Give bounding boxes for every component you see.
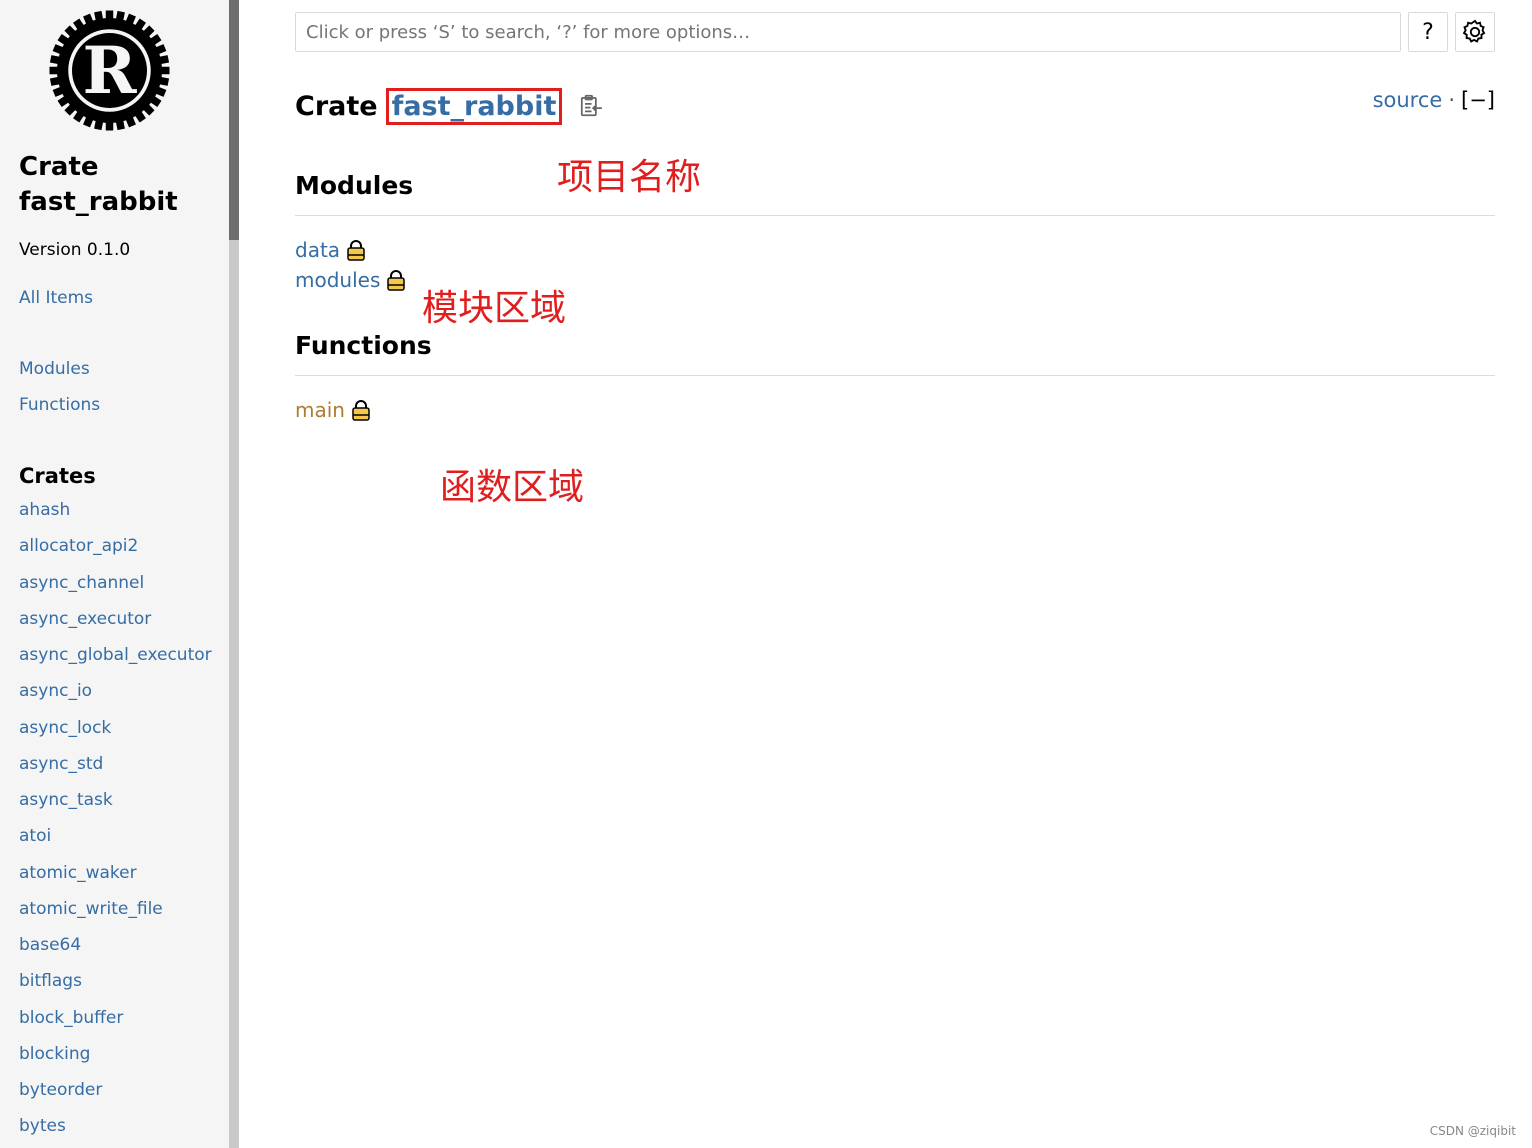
lock-icon bbox=[352, 400, 370, 421]
module-name: data bbox=[295, 238, 341, 262]
search-input[interactable] bbox=[295, 12, 1401, 52]
sidebar-crate-item[interactable]: bitflags bbox=[19, 971, 82, 991]
sidebar-item-functions[interactable]: Functions bbox=[19, 395, 100, 415]
sidebar-crate-item[interactable]: async_global_executor bbox=[19, 645, 212, 665]
lock-icon bbox=[387, 270, 406, 291]
sidebar: R Crate fast_rabbit Version 0.1.0 All It… bbox=[0, 0, 229, 1148]
function-name: main bbox=[295, 398, 345, 422]
settings-button[interactable] bbox=[1455, 12, 1495, 52]
copy-icon[interactable] bbox=[578, 93, 604, 119]
module-link-data[interactable]: data bbox=[295, 238, 366, 262]
source-area: source · [−] bbox=[1373, 88, 1495, 112]
source-separator: · bbox=[1448, 88, 1456, 112]
sidebar-all-items[interactable]: All Items bbox=[19, 288, 93, 308]
functions-divider bbox=[295, 375, 1495, 376]
sidebar-crate-item[interactable]: async_io bbox=[19, 681, 92, 701]
sidebar-crate-item[interactable]: async_executor bbox=[19, 609, 151, 629]
sidebar-crate-item[interactable]: block_buffer bbox=[19, 1008, 123, 1028]
annotation-project-name: 项目名称 bbox=[557, 157, 702, 198]
watermark: CSDN @ziqibit bbox=[1429, 1124, 1516, 1138]
sidebar-item-modules[interactable]: Modules bbox=[19, 359, 90, 379]
modules-divider bbox=[295, 215, 1495, 216]
svg-text:R: R bbox=[82, 33, 137, 109]
module-link-modules[interactable]: modules bbox=[295, 268, 406, 292]
sidebar-crate-item[interactable]: ahash bbox=[19, 500, 70, 520]
help-button[interactable]: ? bbox=[1408, 12, 1448, 52]
sidebar-version: Version 0.1.0 bbox=[19, 240, 131, 260]
sidebar-crate-item[interactable]: async_lock bbox=[19, 718, 111, 738]
sidebar-crate-item[interactable]: byteorder bbox=[19, 1080, 102, 1100]
sidebar-crates-heading: Crates bbox=[19, 464, 96, 488]
sidebar-crate-item[interactable]: atomic_write_file bbox=[19, 899, 163, 919]
sidebar-crate-item[interactable]: async_channel bbox=[19, 573, 144, 593]
page-title: Crate fast_rabbit bbox=[295, 86, 604, 126]
lock-icon bbox=[347, 240, 365, 261]
rust-logo-icon[interactable]: R bbox=[47, 8, 172, 133]
sidebar-crate-name[interactable]: fast_rabbit bbox=[19, 185, 178, 220]
module-name: modules bbox=[295, 268, 381, 292]
sidebar-crate-item[interactable]: atoi bbox=[19, 826, 51, 846]
gear-icon bbox=[1462, 19, 1486, 43]
sidebar-crate-item[interactable]: async_task bbox=[19, 790, 113, 810]
sidebar-crate-item[interactable]: blocking bbox=[19, 1044, 90, 1064]
annotation-function-area: 函数区域 bbox=[440, 467, 585, 508]
sidebar-crate-item[interactable]: atomic_waker bbox=[19, 863, 137, 883]
source-link[interactable]: source bbox=[1373, 88, 1443, 112]
sidebar-scrollbar-thumb[interactable] bbox=[229, 0, 239, 240]
page-title-crate-name[interactable]: fast_rabbit bbox=[385, 87, 563, 125]
annotation-module-area: 模块区域 bbox=[422, 288, 567, 329]
sidebar-crate-item[interactable]: allocator_api2 bbox=[19, 536, 138, 556]
sidebar-crate-item[interactable]: async_std bbox=[19, 754, 103, 774]
modules-heading[interactable]: Modules bbox=[295, 171, 413, 200]
page-title-prefix: Crate bbox=[295, 90, 378, 122]
sidebar-crate-item[interactable]: base64 bbox=[19, 935, 81, 955]
sidebar-crate-title: Crate fast_rabbit bbox=[19, 150, 178, 220]
function-link-main[interactable]: main bbox=[295, 398, 371, 422]
sidebar-crate-label: Crate bbox=[19, 152, 99, 182]
sidebar-crate-item[interactable]: bytes bbox=[19, 1116, 66, 1136]
functions-heading[interactable]: Functions bbox=[295, 331, 432, 360]
collapse-toggle[interactable]: [−] bbox=[1461, 88, 1495, 112]
